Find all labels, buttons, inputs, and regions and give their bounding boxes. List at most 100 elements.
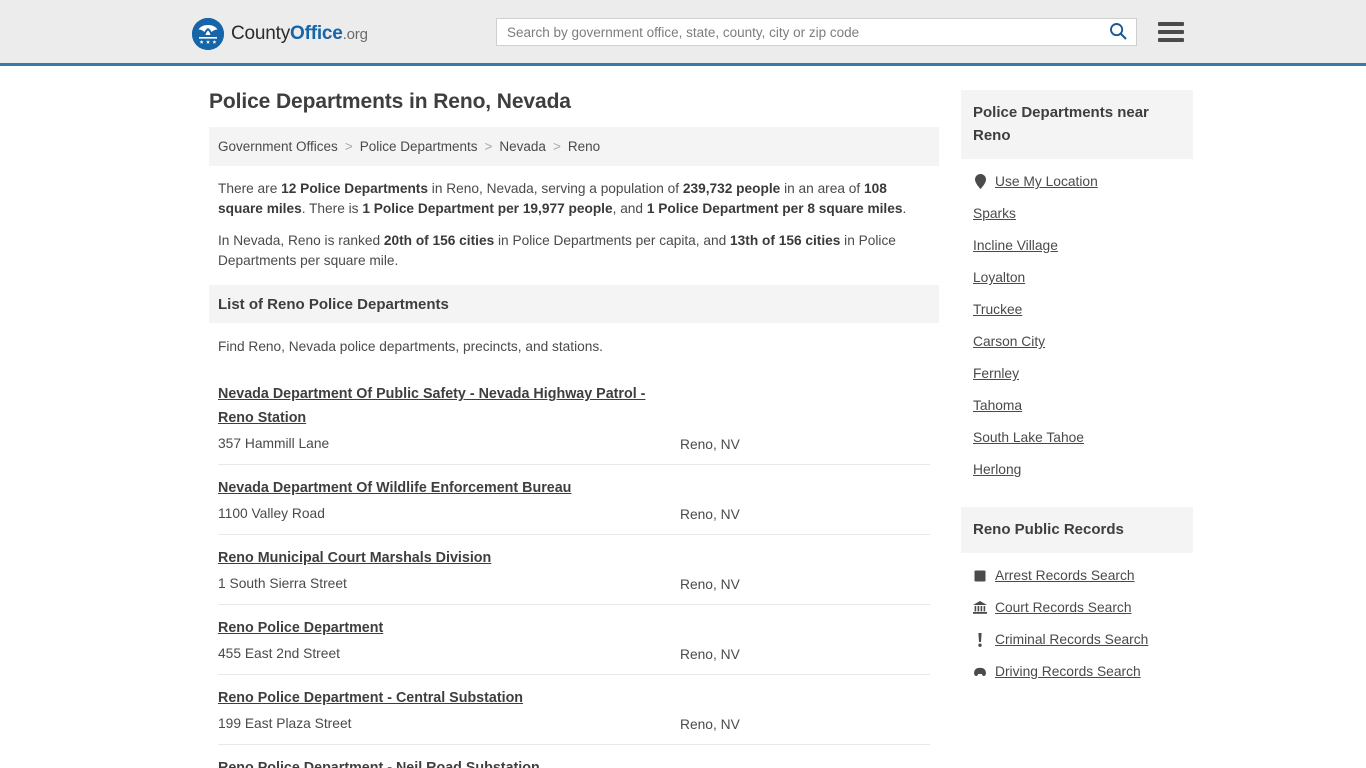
listing-name-link[interactable]: Reno Police Department - Central Substat… [218,690,523,706]
stat-text: . [902,201,907,216]
county-office-emblem-icon [192,18,224,50]
sidebar-link-label[interactable]: Loyalton [973,270,1025,285]
sidebar-item-incline-village[interactable]: Incline Village [961,229,1193,261]
sidebar-item-carson-city[interactable]: Carson City [961,325,1193,357]
site-logo-text: CountyOffice.org [231,23,368,45]
breadcrumb-item-reno: Reno [567,139,601,154]
listing-address: 1 South Sierra Street [218,576,347,591]
table-row: Nevada Department Of Public Safety - Nev… [218,371,930,465]
list-section-header: List of Reno Police Departments [209,285,939,323]
list-section-title: List of Reno Police Departments [218,295,449,313]
logo-text-county: County [231,23,291,44]
table-row: Reno Police Department 455 East 2nd Stre… [218,605,930,675]
public-records-links: Arrest Records Search Court Records Sear… [961,553,1193,687]
search-input[interactable] [497,19,1100,45]
table-row: Reno Police Department - Neil Road Subst… [218,745,930,768]
listing-name-link[interactable]: Nevada Department Of Wildlife Enforcemen… [218,480,571,496]
sidebar-link-label[interactable]: Incline Village [973,238,1058,253]
listing-city: Reno, NV [680,647,740,662]
listing-city: Reno, NV [680,437,740,452]
map-pin-icon [973,174,987,189]
public-records-panel-title: Reno Public Records [973,521,1124,538]
listing-name-link[interactable]: Reno Police Department [218,620,383,636]
nearby-panel-header: Police Departments near Reno [961,90,1193,159]
listing-city: Reno, NV [680,577,740,592]
page-title: Police Departments in Reno, Nevada [209,90,571,113]
table-row: Nevada Department Of Wildlife Enforcemen… [218,465,930,535]
search-bar[interactable] [496,18,1137,46]
stat-value-rank-per-capita: 20th of 156 cities [383,233,495,248]
sidebar-item-sparks[interactable]: Sparks [961,197,1193,229]
breadcrumb-separator: > [484,139,493,154]
logo-text-office: Office [290,23,343,44]
breadcrumb-separator: > [344,139,353,154]
sidebar-link-label[interactable]: Criminal Records Search [995,632,1148,647]
sidebar-item-loyalton[interactable]: Loyalton [961,261,1193,293]
sidebar-link-label[interactable]: Arrest Records Search [995,568,1135,583]
search-button[interactable] [1100,19,1136,45]
sidebar-link-label[interactable]: Truckee [973,302,1022,317]
sidebar-item-driving-records-search[interactable]: Driving Records Search [961,655,1193,687]
sidebar-link-label[interactable]: Herlong [973,462,1021,477]
breadcrumb-item-nevada[interactable]: Nevada [499,139,546,154]
sidebar-item-herlong[interactable]: Herlong [961,453,1193,485]
sidebar: Police Departments near Reno Use My Loca… [961,66,1193,687]
table-row: Reno Municipal Court Marshals Division 1… [218,535,930,605]
sidebar-link-label[interactable]: Tahoma [973,398,1022,413]
police-department-list: Nevada Department Of Public Safety - Nev… [209,371,939,768]
stat-value-per-capita: 1 Police Department per 19,977 people [362,201,613,216]
sidebar-item-tahoma[interactable]: Tahoma [961,389,1193,421]
statistics-paragraph-2: In Nevada, Reno is ranked 20th of 156 ci… [218,231,930,271]
site-header: CountyOffice.org [0,0,1366,66]
listing-city: Reno, NV [680,717,740,732]
sidebar-link-label[interactable]: Use My Location [995,174,1098,189]
listing-details: Nevada Department Of Wildlife Enforcemen… [218,476,571,523]
stat-value-per-area: 1 Police Department per 8 square miles [646,201,903,216]
site-logo[interactable]: CountyOffice.org [192,18,368,50]
listing-details: Nevada Department Of Public Safety - Nev… [218,382,680,453]
breadcrumb-separator: > [552,139,561,154]
breadcrumb: Government Offices > Police Departments … [209,127,939,166]
listing-address: 199 East Plaza Street [218,716,352,731]
stat-text: in Reno, Nevada, serving a population of [427,181,683,196]
sidebar-link-label[interactable]: Driving Records Search [995,664,1141,679]
listing-name-link[interactable]: Reno Police Department - Neil Road Subst… [218,760,540,768]
sidebar-item-truckee[interactable]: Truckee [961,293,1193,325]
listing-details: Reno Police Department - Central Substat… [218,686,523,733]
sidebar-item-arrest-records-search[interactable]: Arrest Records Search [961,559,1193,591]
listing-name-link[interactable]: Reno Municipal Court Marshals Division [218,550,491,566]
stat-text: in an area of [780,181,864,196]
listing-address: 1100 Valley Road [218,506,325,521]
stat-value-population: 239,732 people [682,181,781,196]
public-records-panel-header: Reno Public Records [961,507,1193,553]
sidebar-item-criminal-records-search[interactable]: Criminal Records Search [961,623,1193,655]
courthouse-icon [973,600,987,615]
sidebar-link-label[interactable]: Sparks [973,206,1016,221]
sidebar-item-court-records-search[interactable]: Court Records Search [961,591,1193,623]
sidebar-link-label[interactable]: South Lake Tahoe [973,430,1084,445]
sidebar-link-label[interactable]: Carson City [973,334,1045,349]
listing-address: 357 Hammill Lane [218,436,330,451]
exclamation-icon [973,632,987,647]
stat-text: , and [612,201,647,216]
sidebar-link-label[interactable]: Fernley [973,366,1019,381]
stat-value-rank-per-area: 13th of 156 cities [730,233,841,248]
stat-text: In Nevada, Reno is ranked [218,233,384,248]
car-icon [973,664,987,679]
breadcrumb-item-police-departments[interactable]: Police Departments [360,139,478,154]
stat-text: There are [218,181,282,196]
search-icon [1109,22,1127,43]
sidebar-item-south-lake-tahoe[interactable]: South Lake Tahoe [961,421,1193,453]
main-column: Police Departments in Reno, Nevada Gover… [209,66,939,768]
listing-city: Reno, NV [680,507,740,522]
fingerprint-icon [973,568,987,583]
listing-name-link[interactable]: Nevada Department Of Public Safety - Nev… [218,386,645,426]
nearby-links: Use My Location Sparks Incline Village L… [961,159,1193,485]
sidebar-item-use-my-location[interactable]: Use My Location [961,165,1193,197]
nearby-panel-title: Police Departments near Reno [973,104,1149,144]
statistics-paragraph-1: There are 12 Police Departments in Reno,… [218,179,930,219]
breadcrumb-item-government-offices[interactable]: Government Offices [218,139,338,154]
sidebar-item-fernley[interactable]: Fernley [961,357,1193,389]
hamburger-menu-icon[interactable] [1158,18,1184,46]
sidebar-link-label[interactable]: Court Records Search [995,600,1132,615]
